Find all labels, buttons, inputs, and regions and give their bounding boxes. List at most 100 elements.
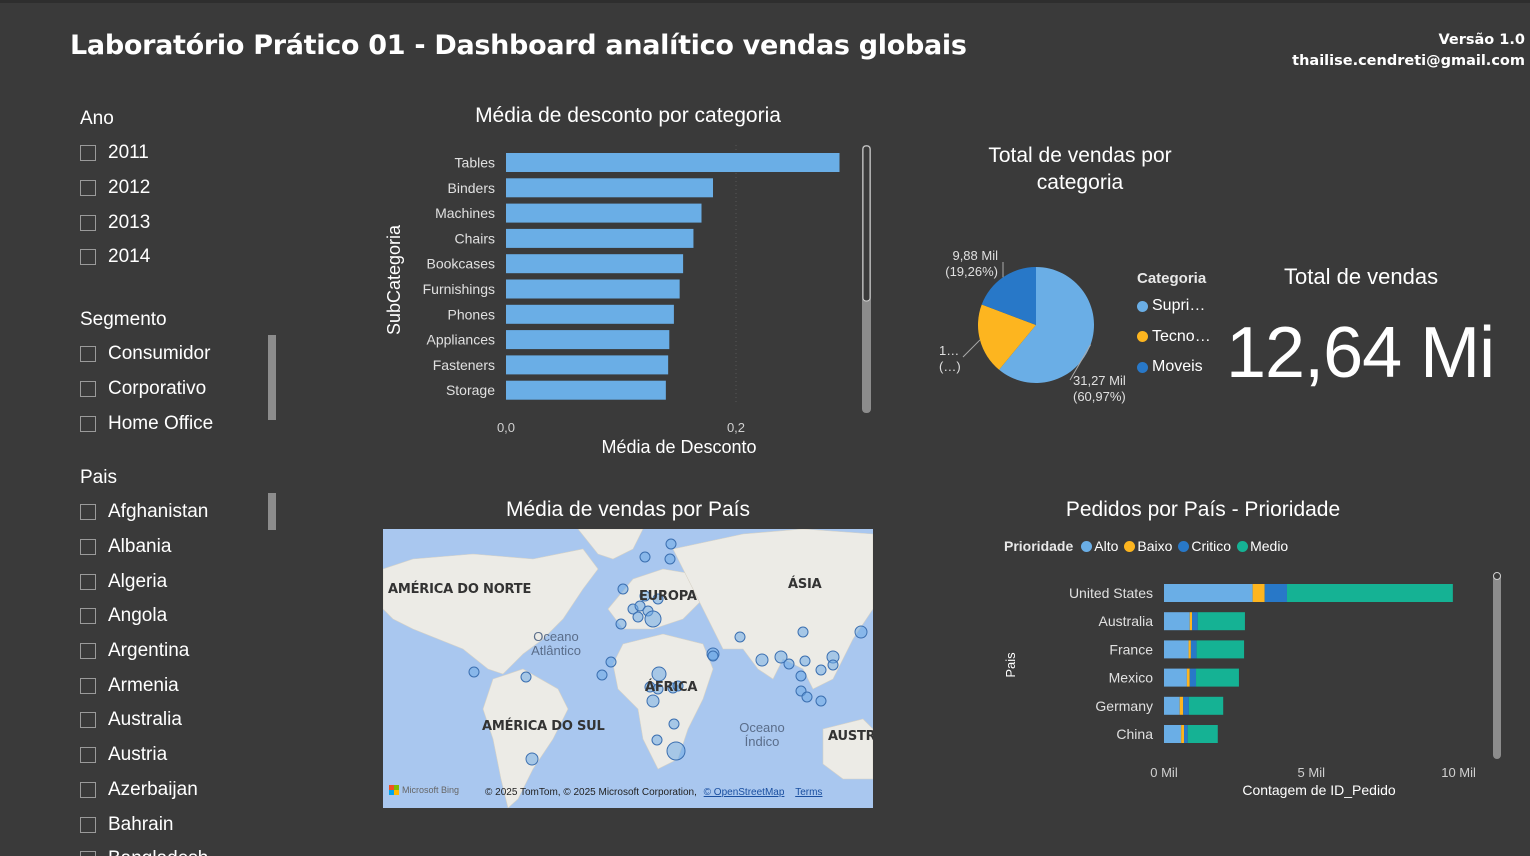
map-data-point[interactable] [666, 741, 686, 761]
stack-segment-medio[interactable] [1196, 668, 1239, 687]
map-data-point[interactable] [707, 650, 719, 662]
map-data-point[interactable] [801, 691, 813, 703]
stack-segment-medio[interactable] [1187, 725, 1218, 743]
map-data-point[interactable] [668, 718, 680, 730]
map-data-point[interactable] [615, 618, 627, 630]
checkbox[interactable] [80, 677, 96, 694]
stack-segment-critico[interactable] [1264, 584, 1287, 602]
checkbox[interactable] [80, 608, 96, 625]
map-data-point[interactable] [651, 734, 663, 746]
checkbox[interactable] [80, 180, 96, 197]
map-data-point[interactable] [755, 653, 769, 667]
slicer-segmento-item[interactable]: Consumidor [80, 337, 213, 372]
stack-segment-alto[interactable] [1164, 725, 1182, 743]
stack-segment-critico[interactable] [1183, 696, 1189, 715]
bar-fasteners[interactable] [506, 355, 669, 375]
bar-phones[interactable] [506, 304, 674, 324]
pie-legend-item[interactable]: Moveis [1137, 352, 1211, 383]
slicer-pais-item[interactable]: Argentina [80, 634, 208, 669]
map-data-point[interactable] [617, 583, 629, 595]
priority-legend-item[interactable]: Critico [1178, 538, 1231, 554]
stack-segment-critico[interactable] [1189, 668, 1197, 687]
map-data-point[interactable] [639, 551, 651, 563]
checkbox[interactable] [80, 643, 96, 660]
map-data-point[interactable] [664, 553, 676, 565]
slicer-pais-item[interactable]: Algeria [80, 564, 208, 599]
stack-segment-baixo[interactable] [1186, 668, 1190, 687]
terms-link[interactable]: Terms [795, 787, 822, 798]
slicer-pais-item[interactable]: Afghanistan [80, 495, 208, 530]
chart-scrollbar-track[interactable] [1493, 573, 1501, 759]
slicer-segmento-item[interactable]: Corporativo [80, 372, 213, 407]
pie-legend-item[interactable]: Supri… [1137, 291, 1211, 322]
checkbox[interactable] [80, 346, 96, 363]
map-data-point[interactable] [520, 671, 532, 683]
stack-segment-alto[interactable] [1164, 584, 1253, 602]
checkbox[interactable] [80, 712, 96, 729]
bar-tables[interactable] [506, 153, 840, 172]
map-data-point[interactable] [632, 611, 644, 623]
slicer-pais-item[interactable]: Albania [80, 530, 208, 565]
slicer-pais-item[interactable]: Bangladesh [80, 842, 208, 856]
slicer-segmento-scrollbar[interactable] [268, 335, 276, 420]
bar-chairs[interactable] [506, 228, 694, 248]
stack-segment-alto[interactable] [1164, 668, 1187, 687]
stack-segment-alto[interactable] [1164, 612, 1190, 631]
priority-legend-item[interactable]: Baixo [1124, 538, 1172, 554]
slicer-pais-scrollbar[interactable] [268, 493, 276, 530]
map-data-point[interactable] [644, 610, 662, 628]
chart-scrollbar-thumb[interactable] [1493, 572, 1501, 580]
stack-segment-baixo[interactable] [1179, 696, 1184, 715]
map-data-point[interactable] [854, 625, 868, 639]
stack-segment-medio[interactable] [1188, 696, 1224, 715]
chart-scrollbar-thumb[interactable] [862, 145, 871, 302]
slicer-pais-item[interactable]: Austria [80, 738, 208, 773]
checkbox[interactable] [80, 747, 96, 764]
sales-map[interactable]: AMÉRICA DO NORTE EUROPA ÁSIA ÁFRICA AMÉR… [383, 529, 873, 808]
priority-legend-item[interactable]: Medio [1237, 538, 1288, 554]
map-data-point[interactable] [596, 669, 608, 681]
checkbox[interactable] [80, 816, 96, 833]
pie-legend-item[interactable]: Tecno… [1137, 322, 1211, 353]
bar-furnishings[interactable] [506, 279, 680, 299]
stack-segment-alto[interactable] [1164, 640, 1189, 659]
bar-bookcases[interactable] [506, 254, 684, 274]
checkbox[interactable] [80, 415, 96, 432]
map-data-point[interactable] [734, 631, 746, 643]
openstreetmap-link[interactable]: © OpenStreetMap [704, 787, 785, 798]
slicer-pais-item[interactable]: Angola [80, 599, 208, 634]
map-data-point[interactable] [783, 658, 795, 670]
bar-binders[interactable] [506, 178, 713, 198]
bar-storage[interactable] [506, 380, 666, 400]
checkbox[interactable] [80, 573, 96, 590]
stack-segment-baixo[interactable] [1188, 640, 1191, 659]
stack-segment-medio[interactable] [1197, 612, 1245, 631]
bar-appliances[interactable] [506, 330, 670, 350]
map-data-point[interactable] [646, 694, 660, 708]
map-data-point[interactable] [795, 670, 807, 682]
map-data-point[interactable] [815, 695, 827, 707]
slicer-pais-item[interactable]: Bahrain [80, 807, 208, 842]
map-data-point[interactable] [797, 626, 809, 638]
slicer-ano-item[interactable]: 2011 [80, 136, 150, 171]
checkbox[interactable] [80, 851, 96, 856]
checkbox[interactable] [80, 381, 96, 398]
stack-segment-alto[interactable] [1164, 696, 1180, 715]
checkbox[interactable] [80, 504, 96, 521]
stack-segment-medio[interactable] [1286, 584, 1453, 602]
slicer-ano-item[interactable]: 2013 [80, 205, 150, 240]
map-data-point[interactable] [815, 664, 827, 676]
map-data-point[interactable] [665, 538, 677, 550]
slicer-ano-item[interactable]: 2014 [80, 240, 150, 275]
map-data-point[interactable] [651, 666, 667, 682]
stack-segment-baixo[interactable] [1181, 725, 1185, 743]
stack-segment-critico[interactable] [1190, 640, 1197, 659]
stack-segment-medio[interactable] [1196, 640, 1245, 659]
checkbox[interactable] [80, 145, 96, 162]
map-data-point[interactable] [468, 666, 480, 678]
checkbox[interactable] [80, 249, 96, 266]
stack-segment-critico[interactable] [1192, 612, 1198, 631]
map-data-point[interactable] [525, 752, 539, 766]
stack-segment-critico[interactable] [1184, 725, 1188, 743]
map-data-point[interactable] [605, 656, 617, 668]
